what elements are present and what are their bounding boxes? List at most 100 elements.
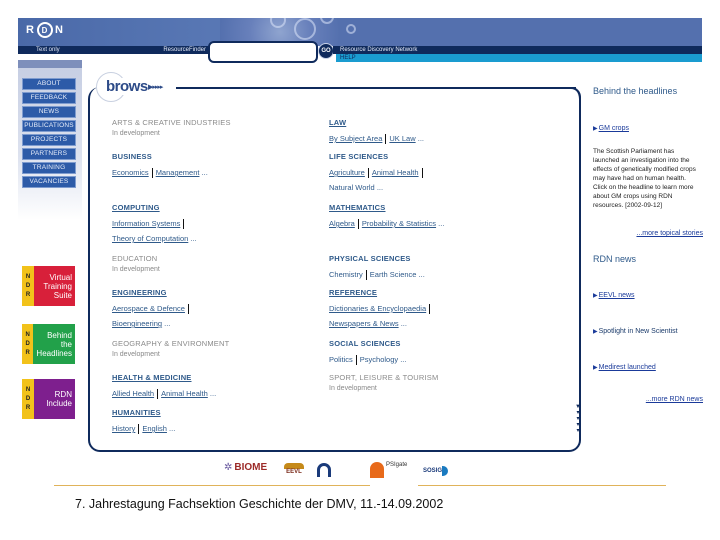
headline-gm-crops-link[interactable]: GM crops: [599, 125, 629, 132]
link-separator: [367, 168, 369, 179]
link-uk-law[interactable]: UK Law: [389, 134, 415, 143]
footer-divider-left: [54, 485, 370, 486]
link-animal-health[interactable]: Animal Health: [372, 168, 419, 177]
ellipsis: ...: [190, 234, 197, 243]
nav-news[interactable]: NEWS: [22, 106, 76, 118]
go-button[interactable]: GO: [318, 43, 334, 59]
category-title-link[interactable]: LAW: [329, 118, 424, 127]
category-education: EDUCATION In development: [112, 254, 160, 273]
headline-item: ▶GM crops: [593, 117, 703, 135]
more-topical-stories-link[interactable]: ...more topical stories: [593, 230, 703, 237]
biome-figure-icon: ✲: [224, 462, 233, 473]
link-separator: [138, 424, 140, 435]
link-separator: [183, 219, 185, 230]
footer-divider-right: [418, 485, 666, 486]
link-agriculture[interactable]: Agriculture: [329, 168, 365, 177]
link-psychology[interactable]: Psychology: [360, 355, 398, 364]
category-status: In development: [112, 130, 160, 137]
partner-name: PSIgate: [386, 462, 408, 468]
link-probability-statistics[interactable]: Probability & Statistics: [362, 219, 436, 228]
link-animal-health[interactable]: Animal Health: [161, 389, 208, 398]
link-natural-world[interactable]: Natural World: [329, 183, 375, 192]
arrow-right-icon: ▶: [593, 329, 598, 335]
help-link[interactable]: HELP: [340, 54, 356, 62]
category-links: Chemistry Earth Science ...: [329, 267, 425, 282]
category-engineering: ENGINEERING Aerospace & Defence Bioengine…: [112, 288, 192, 331]
category-title: LIFE SCIENCES: [329, 152, 389, 161]
rdn-logo[interactable]: R D N: [26, 22, 64, 38]
category-title-link[interactable]: HEALTH & MEDICINE: [112, 373, 216, 382]
link-separator: [365, 270, 367, 281]
link-english[interactable]: English: [142, 424, 167, 433]
nav-feedback[interactable]: FEEDBACK: [22, 92, 76, 104]
category-links: Economics Management ...: [112, 165, 208, 180]
link-earth-science[interactable]: Earth Science: [370, 270, 417, 279]
promo-line: Behind: [47, 330, 72, 340]
partner-sosig-logo[interactable]: SOSIG: [423, 466, 449, 476]
partner-humbul-logo[interactable]: [317, 463, 331, 477]
category-title-link[interactable]: REFERENCE: [329, 288, 433, 297]
category-title: ARTS & CREATIVE INDUSTRIES: [112, 118, 231, 127]
link-history[interactable]: History: [112, 424, 135, 433]
category-health: HEALTH & MEDICINE Allied Health Animal He…: [112, 373, 216, 401]
link-chemistry[interactable]: Chemistry: [329, 270, 363, 279]
link-allied-health[interactable]: Allied Health: [112, 389, 154, 398]
category-status: In development: [112, 351, 160, 358]
category-title-link[interactable]: MATHEMATICS: [329, 203, 444, 212]
arrow-right-icon: ▶: [593, 365, 598, 371]
rdn-news-title: RDN news: [593, 254, 637, 264]
psigate-icon: [370, 462, 384, 478]
link-dictionaries-encyclopaedia[interactable]: Dictionaries & Encyclopaedia: [329, 304, 426, 313]
nav-projects[interactable]: PROJECTS: [22, 134, 76, 146]
category-title: SPORT, LEISURE & TOURISM: [329, 373, 439, 382]
news-link-spotlight[interactable]: Spotlight in New Scientist: [599, 328, 678, 335]
link-algebra[interactable]: Algebra: [329, 219, 355, 228]
category-title: EDUCATION: [112, 254, 158, 263]
news-link-eevl[interactable]: EEVL news: [599, 292, 635, 299]
resource-finder-search-input[interactable]: [208, 41, 318, 63]
nav-training[interactable]: TRAINING: [22, 162, 76, 174]
nav-vacancies[interactable]: VACANCIES: [22, 176, 76, 188]
partner-psigate-logo[interactable]: PSIgate: [370, 462, 407, 478]
arrow-right-icon: ▶: [593, 293, 598, 299]
link-politics[interactable]: Politics: [329, 355, 353, 364]
partner-eevl-logo[interactable]: EEVL: [284, 463, 304, 475]
sosig-arc-icon: [442, 466, 449, 476]
link-information-systems[interactable]: Information Systems: [112, 219, 180, 228]
link-economics[interactable]: Economics: [112, 168, 149, 177]
network-name: Resource Discovery Network: [340, 47, 418, 53]
promo-behind-the-headlines[interactable]: NDR Behind the Headlines: [22, 324, 75, 364]
promo-rdn-include[interactable]: NDR RDN Include: [22, 379, 75, 419]
logo-letter-r: R: [26, 24, 35, 36]
category-title: BUSINESS: [112, 152, 152, 161]
partner-biome-logo[interactable]: ✲ BIOME: [224, 462, 267, 473]
category-title-link[interactable]: COMPUTING: [112, 203, 197, 212]
nav-partners[interactable]: PARTNERS: [22, 148, 76, 160]
link-bioengineering[interactable]: Bioengineering: [112, 319, 162, 328]
more-rdn-news-link[interactable]: ...more RDN news: [593, 396, 703, 403]
text-only-link[interactable]: Text only: [36, 46, 60, 54]
category-links: Aerospace & Defence Bioengineering ...: [112, 301, 192, 331]
promo-rdn-tab: NDR: [22, 266, 34, 306]
category-life-sciences: LIFE SCIENCES Agriculture Animal Health Na…: [329, 152, 426, 195]
link-separator: [429, 304, 431, 315]
category-title-link[interactable]: ENGINEERING: [112, 288, 192, 297]
promo-line: the: [60, 339, 72, 349]
link-management[interactable]: Management: [156, 168, 200, 177]
link-theory-of-computation[interactable]: Theory of Computation: [112, 234, 188, 243]
link-aerospace-defence[interactable]: Aerospace & Defence: [112, 304, 185, 313]
sidebar-topbar: [18, 60, 82, 68]
ellipsis: ...: [376, 183, 384, 192]
news-item: ▶Spotlight in New Scientist: [593, 320, 703, 338]
category-links: Dictionaries & Encyclopaedia Newspapers &…: [329, 301, 433, 331]
nav-publications[interactable]: PUBLICATIONS: [22, 120, 76, 132]
category-business: BUSINESS Economics Management ...: [112, 152, 208, 180]
link-newspapers-news[interactable]: Newspapers & News: [329, 319, 399, 328]
category-title-link[interactable]: HUMANITIES: [112, 408, 175, 417]
news-item: ▶Medirest launched: [593, 356, 703, 374]
link-by-subject-area[interactable]: By Subject Area: [329, 134, 382, 143]
ellipsis: ...: [169, 424, 176, 433]
promo-virtual-training-suite[interactable]: NDR Virtual Training Suite: [22, 266, 75, 306]
news-link-medirest[interactable]: Medirest launched: [599, 364, 656, 371]
nav-about[interactable]: ABOUT: [22, 78, 76, 90]
